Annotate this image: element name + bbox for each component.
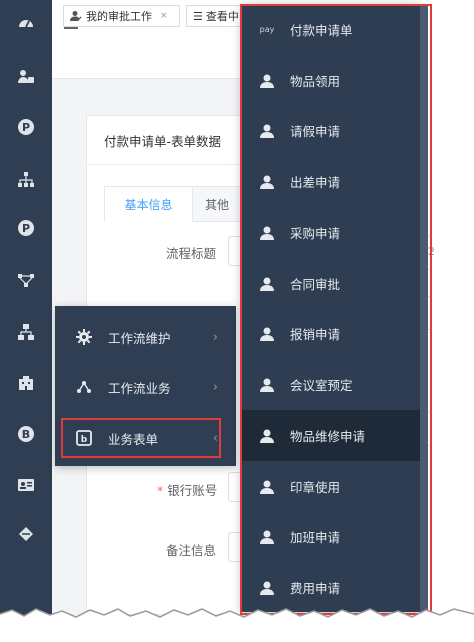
highlight-frame [240,4,432,615]
menu-label: 工作流维护 [108,330,171,346]
field-label-bank-account: * 银行账号 [157,480,217,499]
workflow-nodes-icon [74,377,94,397]
tab-view[interactable]: ☰ 查看中 [186,5,240,27]
flow-nodes-icon[interactable] [16,270,36,290]
bank-account-label-text: * 银行账号 [157,483,217,498]
network-icon[interactable] [16,322,36,342]
field-label-remark: 备注信息 [166,543,217,558]
menu-workflow-maintenance[interactable]: 工作流维护 › [55,312,236,362]
gear-icon [74,327,94,347]
divider [87,164,240,165]
list-icon: ☰ [193,9,203,23]
torn-edge-decoration [0,608,474,642]
chevron-right-icon: › [212,329,218,345]
menu-workflow-business[interactable]: 工作流业务 › [55,362,236,412]
p-circle-icon[interactable]: P [16,117,36,137]
label-text: 银行账号 [167,483,218,498]
tab-my-approval[interactable]: 我的审批工作 × [63,5,180,27]
building-icon[interactable] [16,373,36,393]
p-circle-icon[interactable]: P [16,218,36,238]
tab-close-icon[interactable]: × [160,11,168,21]
user-edit-icon [70,10,82,22]
org-tree-icon[interactable] [16,170,36,190]
tab-label: 我的审批工作 [86,10,152,23]
svg-text:P: P [22,121,30,134]
field-label-title: 流程标题 [166,246,217,261]
svg-text:B: B [22,428,30,441]
user-lock-icon[interactable] [16,67,36,87]
sidebar-rail: P P B [0,0,52,615]
svg-text:P: P [22,222,30,235]
card-title: 付款申请单-表单数据 [104,134,222,149]
tab-other-info[interactable]: 其他 [205,187,245,222]
id-card-icon[interactable] [16,475,36,495]
required-asterisk: * [157,483,164,498]
tab-basic-info[interactable]: 基本信息 [105,187,193,222]
right-background [432,0,474,615]
tab-label: 查看中 [205,10,239,23]
layers-icon[interactable] [16,525,36,545]
tab-bar [52,46,240,79]
highlight-frame [61,418,221,458]
dashboard-icon[interactable] [16,13,36,33]
blog-icon[interactable]: B [16,424,36,444]
chevron-right-icon: › [212,379,218,395]
menu-label: 工作流业务 [108,380,171,396]
